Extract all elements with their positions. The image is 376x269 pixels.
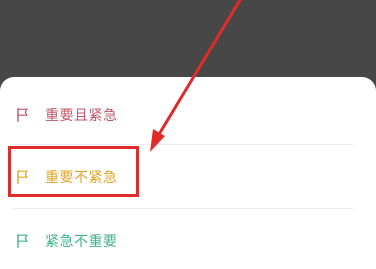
divider [13, 208, 353, 209]
option-label: 紧急不重要 [45, 234, 118, 250]
option-important-not-urgent[interactable]: 重要不紧急 [0, 147, 376, 207]
flag-icon [17, 108, 29, 122]
option-urgent-not-important[interactable]: 紧急不重要 [0, 211, 376, 269]
option-important-urgent[interactable]: 重要且紧急 [0, 85, 376, 145]
flag-icon [17, 234, 29, 248]
option-label: 重要不紧急 [45, 170, 118, 186]
option-label: 重要且紧急 [45, 108, 118, 124]
flag-icon [17, 170, 29, 184]
divider [13, 144, 353, 145]
priority-bottom-sheet: 重要且紧急 重要不紧急 紧急不重要 [0, 77, 376, 269]
screen: 重要且紧急 重要不紧急 紧急不重要 [0, 0, 376, 269]
